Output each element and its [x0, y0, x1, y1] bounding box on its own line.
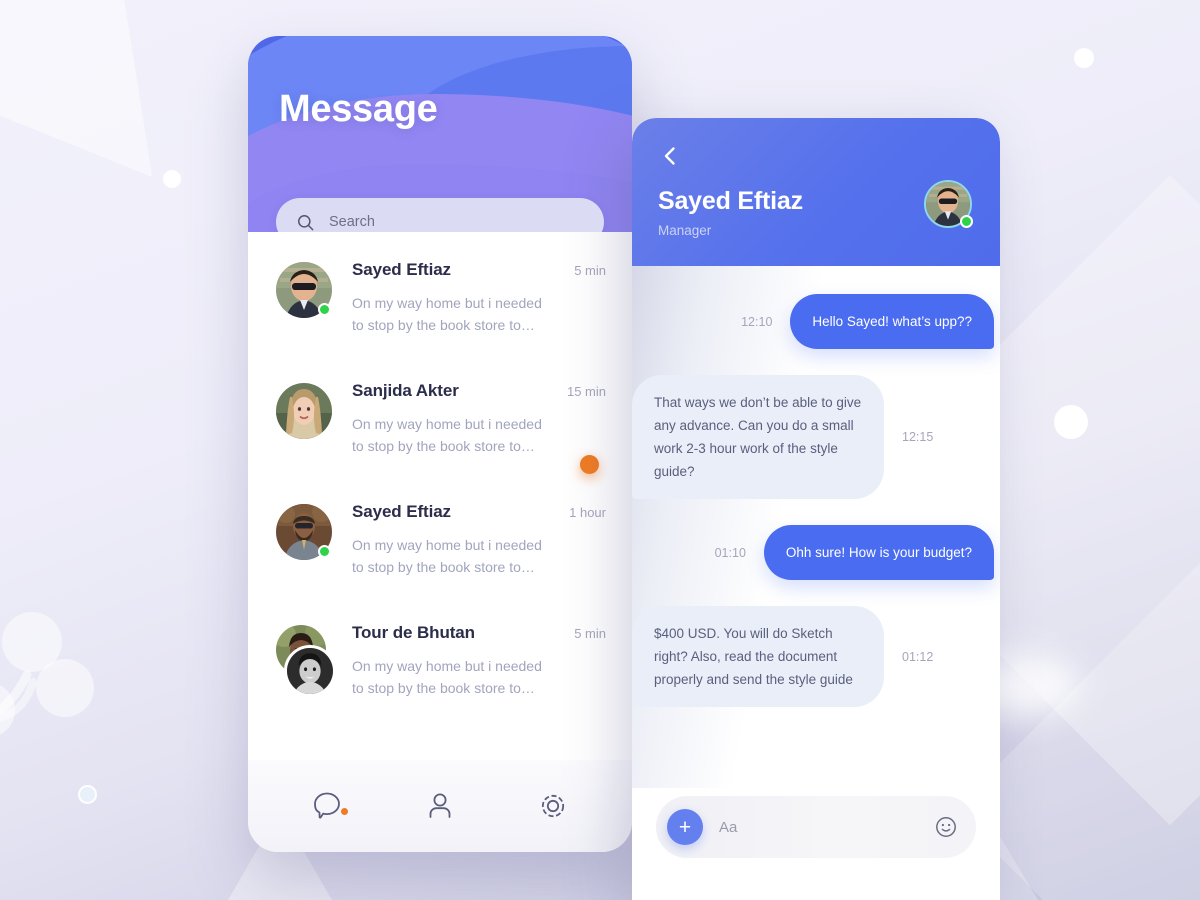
chat-message: $400 USD. You will do Sketch right? Also… — [632, 606, 976, 707]
smiley-icon[interactable] — [934, 815, 958, 839]
message-list-header: Message Search — [248, 36, 632, 232]
online-status-dot — [318, 303, 331, 316]
chat-message: 01:10 Ohh sure! How is your budget? — [656, 525, 994, 580]
search-icon — [298, 214, 314, 230]
bottom-navigation-bar — [248, 760, 632, 852]
contact-name: Sanjida Akter — [352, 381, 459, 400]
list-item[interactable]: Sayed Eftiaz 1 hour On my way home but i… — [248, 488, 632, 609]
chat-composer: + Aa — [632, 788, 1000, 900]
message-input-placeholder: Aa — [719, 818, 738, 836]
avatar-photo-woman-blonde — [276, 383, 332, 439]
list-item[interactable]: Tour de Bhutan 5 min On my way home but … — [248, 609, 632, 730]
app-mockup-canvas: Message Search Sayed Eftiaz 5 min On my … — [0, 0, 1200, 900]
chat-message-thread[interactable]: 12:10 Hello Sayed! what’s upp?? That way… — [632, 266, 1000, 788]
message-timestamp: 01:12 — [902, 649, 934, 664]
conversation-list[interactable]: Sayed Eftiaz 5 min On my way home but i … — [248, 232, 632, 760]
nav-tab-settings[interactable] — [523, 782, 583, 830]
message-bubble-incoming[interactable]: $400 USD. You will do Sketch right? Also… — [632, 606, 884, 707]
chat-header: Sayed Eftiaz Manager — [632, 118, 1000, 266]
bg-branch-decoration — [0, 612, 94, 735]
message-bubble-outgoing[interactable]: Ohh sure! How is your budget? — [763, 525, 994, 580]
timestamp: 5 min — [574, 626, 606, 641]
avatar — [276, 383, 332, 439]
bg-dot-bottom-left — [78, 785, 97, 804]
timestamp: 15 min — [566, 384, 606, 399]
message-preview: On my way home but i needed to stop by t… — [352, 658, 542, 696]
message-timestamp: 12:10 — [741, 314, 773, 329]
timestamp: 5 min — [574, 263, 606, 278]
page-title: Message — [279, 88, 438, 130]
avatar-group — [276, 625, 336, 697]
search-input[interactable]: Search — [276, 198, 604, 232]
chat-conversation-screen: Sayed Eftiaz Manager 12:10 Hello Sayed! … — [632, 118, 1000, 900]
message-bubble-incoming[interactable]: That ways we don’t be able to give any a… — [632, 375, 884, 499]
timestamp: 1 hour — [569, 505, 606, 520]
chat-unread-badge — [340, 808, 348, 815]
gear-icon — [542, 794, 565, 818]
search-placeholder-text: Search — [329, 214, 375, 230]
message-preview: On my way home but i needed to stop by t… — [352, 416, 542, 454]
contact-name: Tour de Bhutan — [352, 623, 475, 642]
online-status-dot — [960, 215, 973, 228]
person-icon — [429, 793, 451, 818]
bg-triangle-top-left — [0, 0, 246, 178]
back-chevron-icon[interactable] — [658, 144, 682, 168]
message-timestamp: 01:10 — [714, 545, 746, 560]
chat-message: That ways we don’t be able to give any a… — [632, 375, 976, 499]
bg-dot-left — [163, 170, 181, 188]
online-status-dot — [318, 545, 331, 558]
contact-name: Sayed Eftiaz — [352, 502, 451, 521]
message-bubble-outgoing[interactable]: Hello Sayed! what’s upp?? — [790, 294, 994, 349]
message-preview: On my way home but i needed to stop by t… — [352, 295, 542, 333]
chat-message: 12:10 Hello Sayed! what’s upp?? — [656, 294, 994, 349]
message-preview: On my way home but i needed to stop by t… — [352, 537, 542, 575]
message-list-screen: Message Search Sayed Eftiaz 5 min On my … — [248, 36, 632, 852]
avatar — [276, 262, 332, 318]
message-input-bar[interactable]: + Aa — [656, 796, 976, 858]
chat-bubble-icon — [313, 792, 340, 819]
bg-dot-right — [1054, 405, 1088, 439]
avatar-photo-group-second — [287, 648, 333, 694]
list-item[interactable]: Sayed Eftiaz 5 min On my way home but i … — [248, 246, 632, 367]
message-timestamp: 12:15 — [902, 430, 934, 444]
add-attachment-button[interactable]: + — [667, 809, 703, 845]
bg-dot-top-right — [1074, 48, 1094, 68]
contact-name: Sayed Eftiaz — [352, 260, 451, 279]
chat-contact-avatar[interactable] — [924, 180, 973, 228]
unread-badge — [580, 455, 599, 474]
avatar — [276, 504, 332, 560]
nav-tab-chats[interactable] — [297, 782, 357, 830]
nav-tab-contacts[interactable] — [410, 782, 470, 830]
list-item[interactable]: Sanjida Akter 15 min On my way home but … — [248, 367, 632, 488]
bg-dot-bottom-left-inner — [80, 787, 95, 802]
